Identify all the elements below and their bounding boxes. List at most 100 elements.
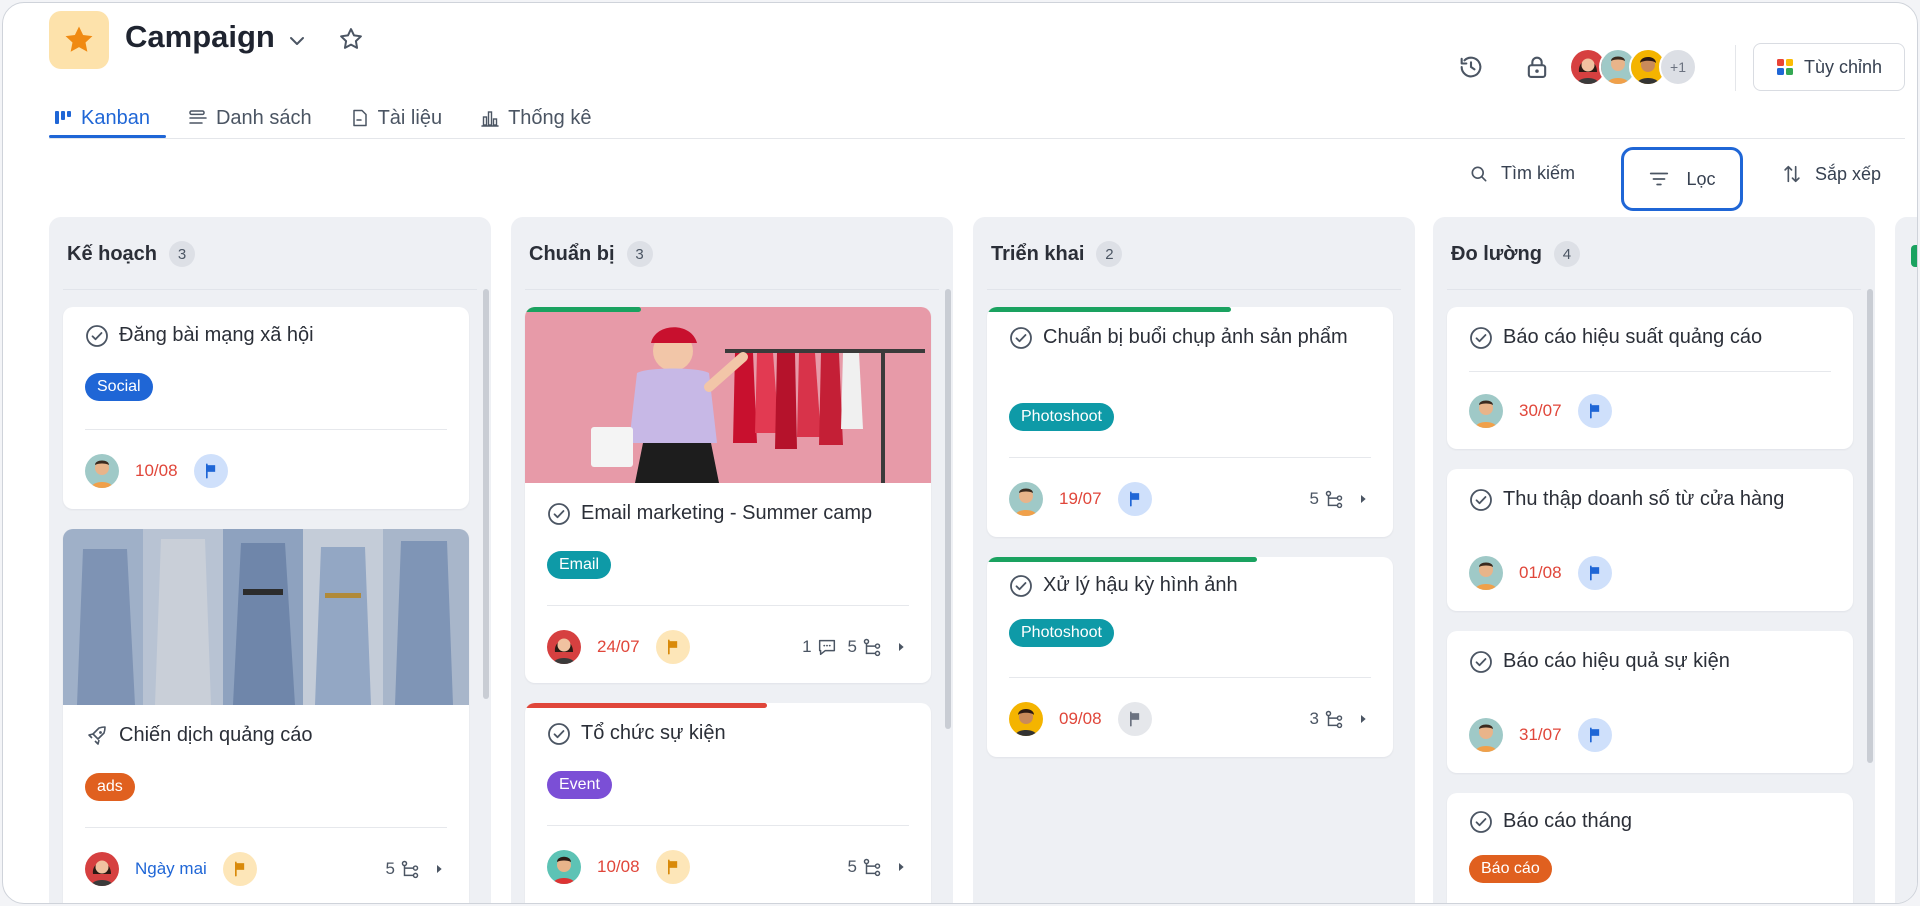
- assignee-avatar[interactable]: [85, 454, 119, 488]
- history-icon[interactable]: [1457, 53, 1485, 81]
- task-card[interactable]: Chuẩn bị buổi chụp ảnh sản phẩm Photosho…: [987, 307, 1393, 537]
- flag-icon: [1585, 725, 1605, 745]
- tab-list[interactable]: Danh sách: [184, 101, 316, 135]
- subtask-count[interactable]: 3: [1310, 708, 1345, 730]
- assignee-avatar[interactable]: [1009, 702, 1043, 736]
- column-scrollbar[interactable]: [483, 289, 489, 699]
- check-circle-icon[interactable]: [1009, 326, 1033, 350]
- task-card[interactable]: Chiến dịch quảng cáo ads Ngày mai 5: [63, 529, 469, 903]
- column-header[interactable]: Triển khai 2: [991, 241, 1123, 267]
- priority-flag[interactable]: [222, 852, 257, 886]
- due-date[interactable]: 10/08: [597, 857, 640, 877]
- priority-flag[interactable]: [1117, 702, 1152, 736]
- due-date[interactable]: 31/07: [1519, 725, 1562, 745]
- priority-flag[interactable]: [655, 850, 690, 884]
- check-circle-icon[interactable]: [85, 324, 109, 348]
- flag-icon: [1125, 709, 1145, 729]
- assignee-avatar[interactable]: [1009, 482, 1043, 516]
- tag-badge: ads: [85, 773, 135, 801]
- task-card[interactable]: Tổ chức sự kiện Event 10/08 5: [525, 703, 931, 903]
- flag-icon: [663, 857, 683, 877]
- tab-statistics[interactable]: Thống kê: [476, 101, 595, 135]
- due-date[interactable]: 30/07: [1519, 401, 1562, 421]
- task-card[interactable]: Đăng bài mạng xã hội Social 10/08: [63, 307, 469, 509]
- tab-documents[interactable]: Tài liệu: [346, 101, 446, 135]
- check-circle-icon[interactable]: [1469, 650, 1493, 674]
- task-card[interactable]: Báo cáo hiệu quả sự kiện 31/07: [1447, 631, 1853, 773]
- tab-kanban[interactable]: Kanban: [49, 101, 154, 135]
- rocket-icon[interactable]: [85, 724, 109, 748]
- assignee-avatar[interactable]: [547, 850, 581, 884]
- card-divider: [85, 827, 447, 828]
- assignee-avatar[interactable]: [547, 630, 581, 664]
- page-title: Campaign: [125, 19, 275, 54]
- assignee-avatar[interactable]: [1469, 718, 1503, 752]
- due-date[interactable]: 09/08: [1059, 709, 1102, 729]
- priority-flag[interactable]: [1117, 482, 1152, 516]
- priority-flag[interactable]: [1577, 718, 1612, 752]
- expand-caret-icon[interactable]: [431, 861, 447, 877]
- member-avatars[interactable]: +1: [1569, 48, 1697, 86]
- favorite-star-icon[interactable]: [337, 25, 365, 53]
- task-card[interactable]: Email marketing - Summer camp Email 24/0…: [525, 307, 931, 683]
- filter-button[interactable]: Lọc: [1621, 147, 1743, 211]
- column-header[interactable]: Chuẩn bị 3: [529, 241, 653, 267]
- flag-icon: [201, 461, 221, 481]
- task-card[interactable]: Xử lý hậu kỳ hình ảnh Photoshoot 09/08 3: [987, 557, 1393, 757]
- check-circle-icon[interactable]: [1469, 488, 1493, 512]
- assignee-avatar[interactable]: [1469, 394, 1503, 428]
- due-date[interactable]: 19/07: [1059, 489, 1102, 509]
- task-card[interactable]: Thu thập doanh số từ cửa hàng 01/08: [1447, 469, 1853, 611]
- customize-button[interactable]: Tùy chỉnh: [1753, 43, 1905, 91]
- tab-label: Tài liệu: [377, 106, 443, 129]
- expand-caret-icon[interactable]: [893, 639, 909, 655]
- column-scrollbar[interactable]: [1867, 289, 1873, 763]
- column-header[interactable]: Kế hoạch 3: [67, 241, 196, 267]
- more-members-badge: +1: [1659, 48, 1697, 86]
- priority-flag[interactable]: [655, 630, 690, 664]
- subtask-icon: [861, 856, 883, 878]
- due-date[interactable]: Ngày mai: [135, 859, 207, 879]
- expand-caret-icon[interactable]: [1355, 711, 1371, 727]
- check-circle-icon[interactable]: [547, 722, 571, 746]
- kanban-column-next-partial: [1895, 217, 1917, 903]
- expand-caret-icon[interactable]: [893, 859, 909, 875]
- due-date[interactable]: 10/08: [135, 461, 178, 481]
- check-circle-icon[interactable]: [1469, 326, 1493, 350]
- subtask-icon: [399, 858, 421, 880]
- priority-flag[interactable]: [193, 454, 228, 488]
- card-stats: 5: [1310, 488, 1371, 510]
- due-date[interactable]: 24/07: [597, 637, 640, 657]
- app-window: Campaign +1 Tùy chỉnh Kanban Danh sách T…: [2, 2, 1918, 904]
- comment-count[interactable]: 1: [802, 636, 837, 658]
- check-circle-icon[interactable]: [1469, 810, 1493, 834]
- assignee-avatar[interactable]: [85, 852, 119, 886]
- assignee-avatar[interactable]: [1469, 556, 1503, 590]
- expand-caret-icon[interactable]: [1355, 491, 1371, 507]
- tag-badge: Photoshoot: [1009, 619, 1114, 647]
- subtask-count[interactable]: 5: [848, 636, 883, 658]
- check-circle-icon[interactable]: [547, 502, 571, 526]
- priority-flag[interactable]: [1577, 394, 1612, 428]
- card-divider: [547, 825, 909, 826]
- chart-icon: [481, 111, 499, 127]
- task-card[interactable]: Báo cáo tháng Báo cáo: [1447, 793, 1853, 903]
- flag-icon: [1585, 401, 1605, 421]
- sort-button[interactable]: Sắp xếp: [1781, 163, 1881, 185]
- priority-flag[interactable]: [1577, 556, 1612, 590]
- lock-icon[interactable]: [1523, 53, 1551, 81]
- tab-label: Kanban: [81, 106, 150, 129]
- subtask-count[interactable]: 5: [386, 858, 421, 880]
- chevron-down-icon[interactable]: [285, 29, 309, 53]
- due-date[interactable]: 01/08: [1519, 563, 1562, 583]
- subtask-count[interactable]: 5: [848, 856, 883, 878]
- subtask-count[interactable]: 5: [1310, 488, 1345, 510]
- search-button[interactable]: Tìm kiếm: [1469, 163, 1575, 184]
- task-card[interactable]: Báo cáo hiệu suất quảng cáo 30/07: [1447, 307, 1853, 449]
- card-stats: 5: [386, 858, 447, 880]
- check-circle-icon[interactable]: [1009, 574, 1033, 598]
- column-header[interactable]: Đo lường 4: [1451, 241, 1580, 267]
- column-scrollbar[interactable]: [945, 289, 951, 729]
- subtask-icon: [1323, 488, 1345, 510]
- card-title: Thu thập doanh số từ cửa hàng: [1469, 485, 1839, 514]
